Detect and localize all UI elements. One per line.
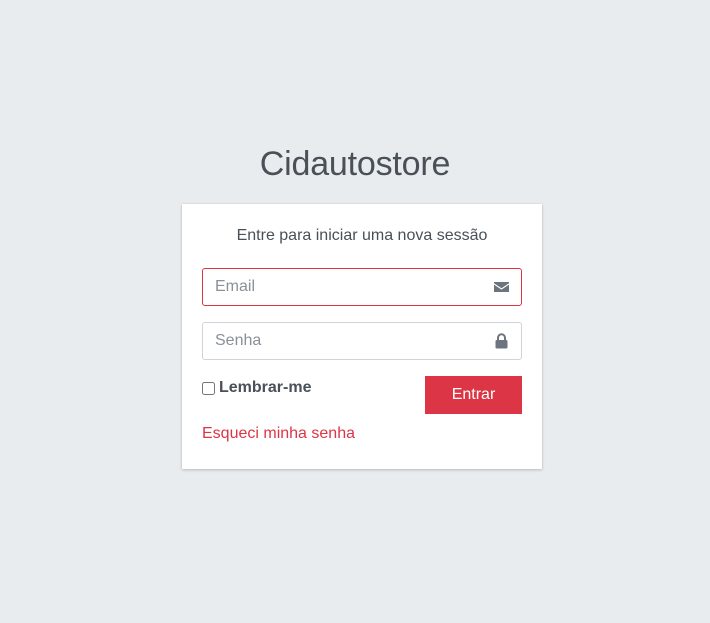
login-page: Cidautostore Entre para iniciar uma nova… xyxy=(0,0,710,623)
forgot-password-link[interactable]: Esqueci minha senha xyxy=(202,424,355,444)
login-button[interactable]: Entrar xyxy=(425,376,522,414)
login-message: Entre para iniciar uma nova sessão xyxy=(236,227,488,244)
remember-me: Lembrar-me xyxy=(202,378,311,398)
logo-light-text: store xyxy=(375,145,451,183)
envelope-icon xyxy=(493,279,510,295)
remember-checkbox[interactable] xyxy=(202,381,215,395)
password-input[interactable] xyxy=(203,323,483,359)
email-input-group xyxy=(202,268,522,306)
app-logo[interactable]: Cidautostore xyxy=(0,143,710,185)
email-input[interactable] xyxy=(203,269,483,305)
logo-bold-text: Cidauto xyxy=(259,145,376,183)
password-input-group xyxy=(202,322,522,360)
login-card: Entre para iniciar uma nova sessão Le xyxy=(182,204,542,469)
remember-label[interactable]: Lembrar-me xyxy=(219,379,311,397)
lock-icon xyxy=(493,333,510,349)
